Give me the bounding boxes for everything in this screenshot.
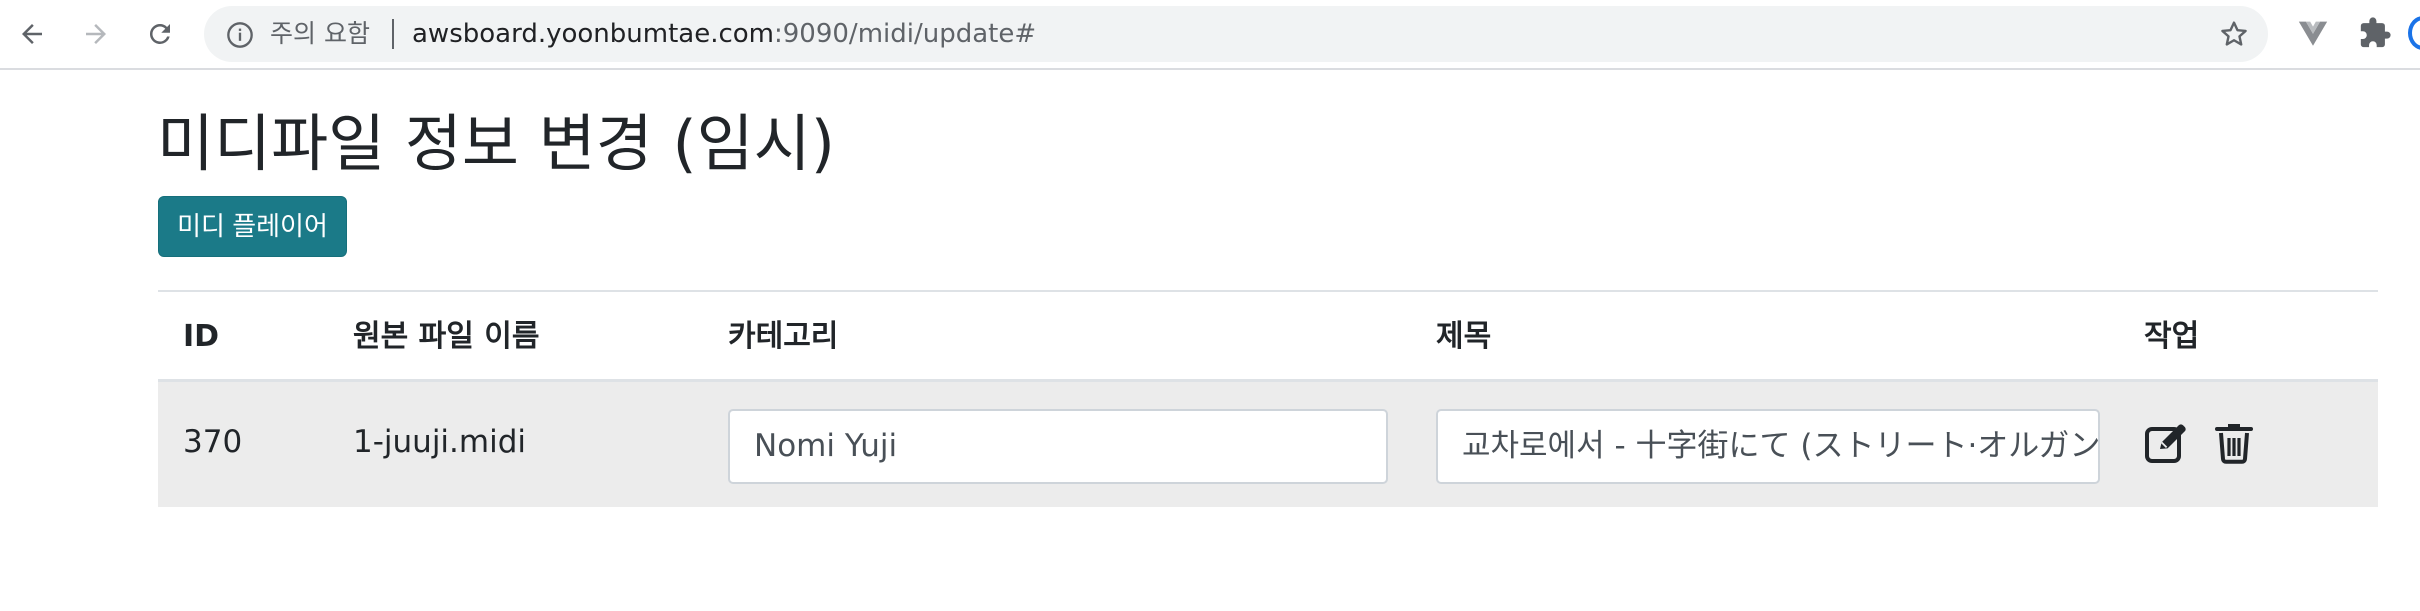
- url-text[interactable]: awsboard.yoonbumtae.com:9090/midi/update…: [412, 18, 1036, 50]
- back-arrow-icon: [22, 24, 42, 44]
- page-title: 미디파일 정보 변경 (임시): [157, 107, 835, 180]
- header-filename: 원본 파일 이름: [353, 319, 540, 354]
- url-host: awsboard.yoonbumtae.com: [412, 19, 774, 49]
- category-input[interactable]: Nomi Yuji: [728, 409, 1388, 484]
- row-id: 370: [183, 424, 243, 460]
- star-icon[interactable]: [2218, 18, 2250, 50]
- trash-icon[interactable]: [2210, 418, 2258, 466]
- table-header: ID 원본 파일 이름 카테고리 제목 작업: [158, 290, 2378, 382]
- header-title: 제목: [1436, 319, 1492, 354]
- header-actions: 작업: [2144, 319, 2200, 354]
- table-row: 370 1-juuji.midi Nomi Yuji 교차로에서 - 十字街にて…: [158, 382, 2378, 507]
- extensions-puzzle-icon[interactable]: [2358, 16, 2392, 50]
- reload-icon: [149, 23, 170, 44]
- back-button[interactable]: [12, 14, 52, 54]
- profile-avatar-icon[interactable]: [2408, 16, 2420, 50]
- security-warning-label[interactable]: 주의 요함: [270, 18, 370, 50]
- row-filename: 1-juuji.midi: [353, 424, 526, 460]
- header-category: 카테고리: [728, 319, 839, 354]
- browser-toolbar: 주의 요함 awsboard.yoonbumtae.com:9090/midi/…: [0, 0, 2420, 70]
- midi-table: ID 원본 파일 이름 카테고리 제목 작업 370 1-juuji.midi …: [158, 290, 2378, 507]
- omnibox-divider: [392, 19, 394, 49]
- info-icon[interactable]: [226, 21, 254, 49]
- header-id: ID: [183, 319, 220, 354]
- forward-button[interactable]: [76, 14, 116, 54]
- midi-player-button[interactable]: 미디 플레이어: [158, 196, 347, 257]
- title-input[interactable]: 교차로에서 - 十字街にて (ストリート·オルガン): [1436, 409, 2100, 484]
- reload-button[interactable]: [140, 14, 180, 54]
- forward-arrow-icon: [86, 24, 106, 44]
- url-path: :9090/midi/update#: [774, 19, 1037, 49]
- edit-icon[interactable]: [2142, 418, 2190, 466]
- address-bar[interactable]: 주의 요함 awsboard.yoonbumtae.com:9090/midi/…: [204, 6, 2268, 62]
- vue-devtools-icon[interactable]: [2296, 16, 2330, 50]
